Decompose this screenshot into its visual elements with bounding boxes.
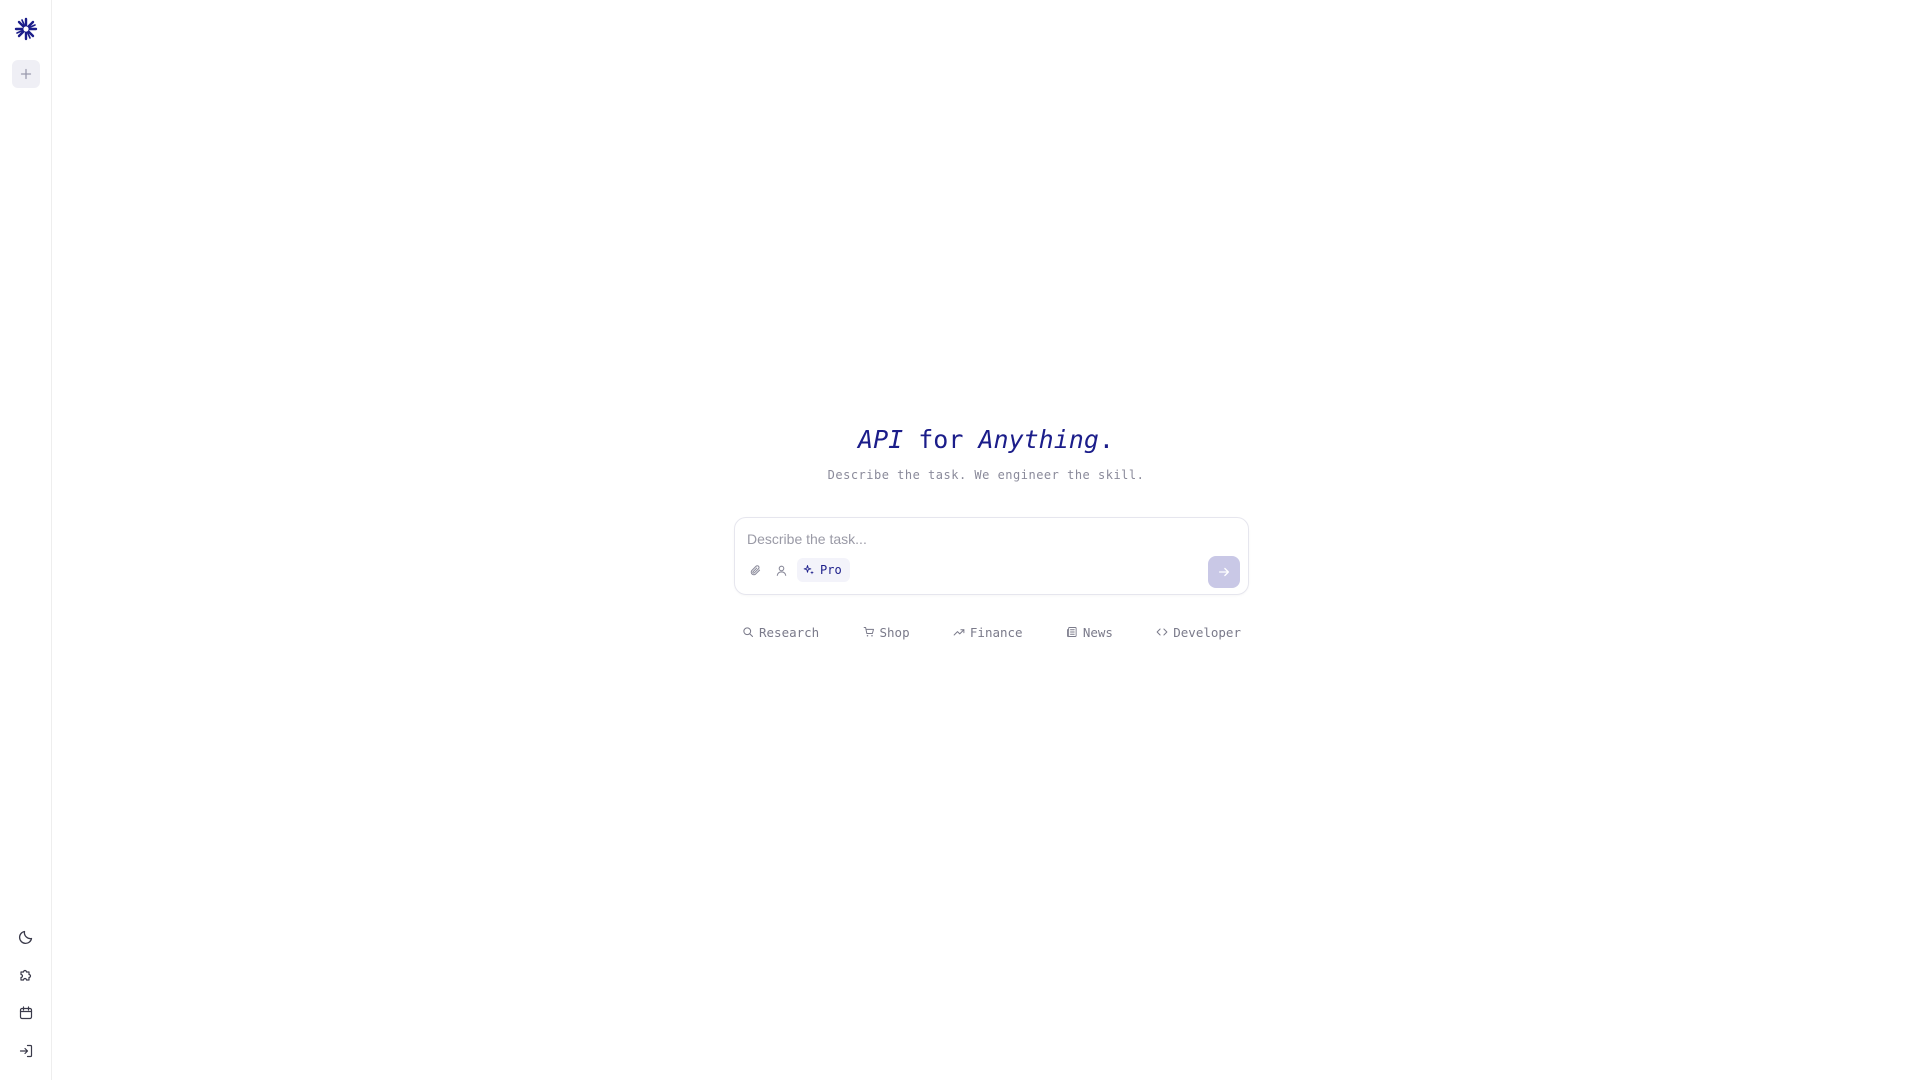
search-icon	[742, 626, 754, 638]
suggestion-label: Shop	[879, 624, 910, 640]
pro-toggle[interactable]: Pro	[797, 558, 850, 582]
logo-icon[interactable]	[13, 16, 39, 42]
suggestion-label: Research	[759, 624, 820, 640]
headline-anything: Anything	[978, 425, 1099, 454]
suggestion-shop[interactable]: Shop	[863, 625, 910, 640]
login-icon[interactable]	[14, 1039, 38, 1063]
plus-icon	[20, 68, 32, 80]
headline-for: for	[903, 425, 979, 454]
suggestion-research[interactable]: Research	[742, 625, 819, 640]
newspaper-icon	[1066, 626, 1078, 638]
sidebar	[0, 0, 52, 1080]
task-composer: Pro	[734, 517, 1249, 595]
task-input[interactable]	[747, 528, 1227, 550]
suggestion-news[interactable]: News	[1066, 625, 1113, 640]
cart-icon	[863, 626, 875, 638]
suggestion-developer[interactable]: Developer	[1156, 625, 1241, 640]
calendar-icon[interactable]	[14, 1001, 38, 1025]
suggestion-label: News	[1082, 624, 1113, 640]
headline: API for Anything.	[52, 420, 1920, 460]
puzzle-icon[interactable]	[14, 963, 38, 987]
hero: API for Anything. Describe the task. We …	[52, 420, 1920, 482]
new-chat-button[interactable]	[12, 60, 40, 88]
paperclip-icon[interactable]	[745, 560, 765, 580]
sparkles-icon	[803, 564, 815, 576]
app-root: API for Anything. Describe the task. We …	[0, 0, 1920, 1080]
subtitle: Describe the task. We engineer the skill…	[827, 468, 1145, 482]
suggestion-chips: Research Shop Finance News Developer	[734, 621, 1249, 643]
headline-api: API	[858, 425, 904, 454]
trending-up-icon	[953, 626, 965, 638]
suggestion-label: Developer	[1173, 624, 1241, 640]
code-icon	[1156, 626, 1168, 638]
headline-period: .	[1098, 425, 1114, 454]
send-button[interactable]	[1208, 556, 1240, 588]
pro-label: Pro	[820, 563, 842, 577]
suggestion-label: Finance	[969, 624, 1023, 640]
arrow-right-icon	[1217, 565, 1231, 579]
suggestion-finance[interactable]: Finance	[953, 625, 1023, 640]
user-icon[interactable]	[771, 560, 791, 580]
moon-icon[interactable]	[14, 925, 38, 949]
